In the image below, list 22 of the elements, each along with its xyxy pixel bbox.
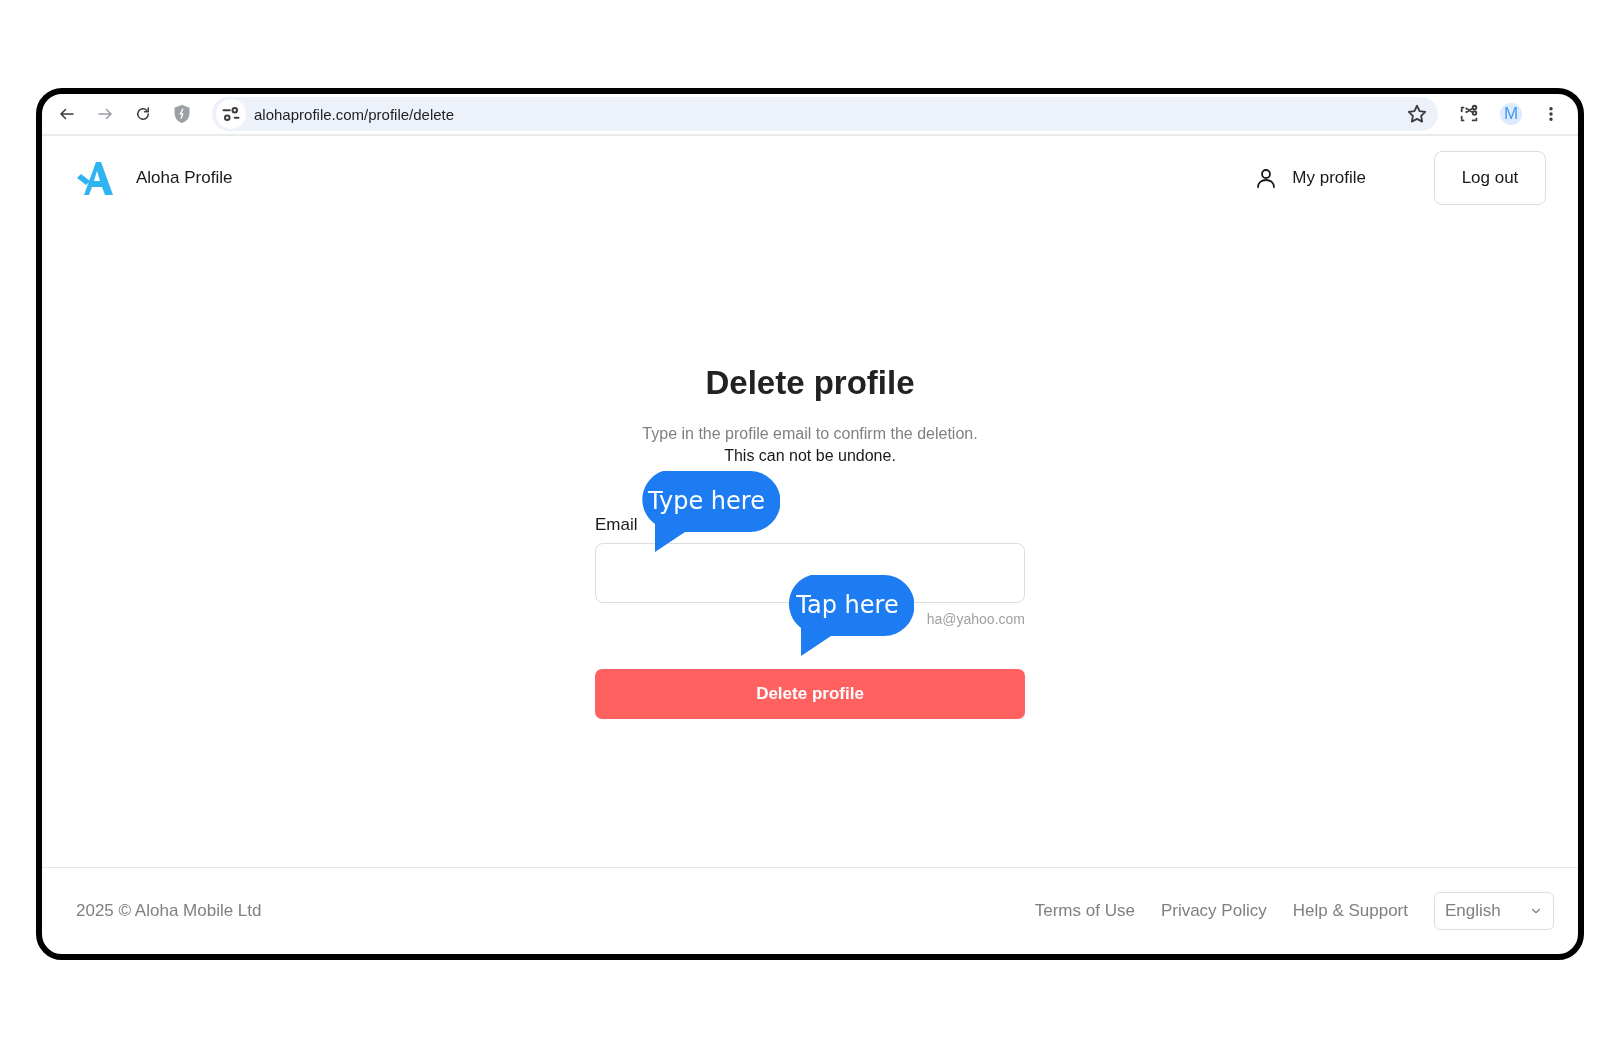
reload-icon[interactable]: [134, 105, 152, 123]
logout-button[interactable]: Log out: [1434, 151, 1546, 205]
delete-button[interactable]: Delete profile: [595, 669, 1025, 719]
field-label: Email: [595, 515, 639, 535]
address-bar[interactable]: alohaprofile.com/profile/delete: [212, 97, 1438, 131]
account-avatar[interactable]: M: [1500, 103, 1522, 125]
shield-icon[interactable]: [172, 104, 192, 124]
tune-icon[interactable]: [216, 99, 246, 129]
url-text: alohaprofile.com/profile/delete: [254, 105, 455, 123]
footer-link[interactable]: Help & Support: [1292, 901, 1408, 921]
footer-link[interactable]: Privacy Policy: [1160, 901, 1267, 921]
profile-link[interactable]: My profile: [1254, 166, 1366, 190]
hint-text: ha@yahoo.com: [926, 611, 1025, 627]
logo-icon: [76, 160, 116, 196]
page-title: Delete profile: [705, 364, 915, 402]
star-icon[interactable]: [1406, 103, 1428, 125]
warning-text: This can not be undone.: [724, 447, 896, 465]
copyright-text: 2025 © Aloha Mobile Ltd: [76, 901, 262, 921]
language-select[interactable]: English: [1434, 892, 1554, 930]
description-text: Type in the profile email to confirm the deletion.: [642, 425, 978, 443]
brand-name: Aloha Profile: [136, 168, 233, 188]
footer-link[interactable]: Terms of Use: [1034, 901, 1135, 921]
